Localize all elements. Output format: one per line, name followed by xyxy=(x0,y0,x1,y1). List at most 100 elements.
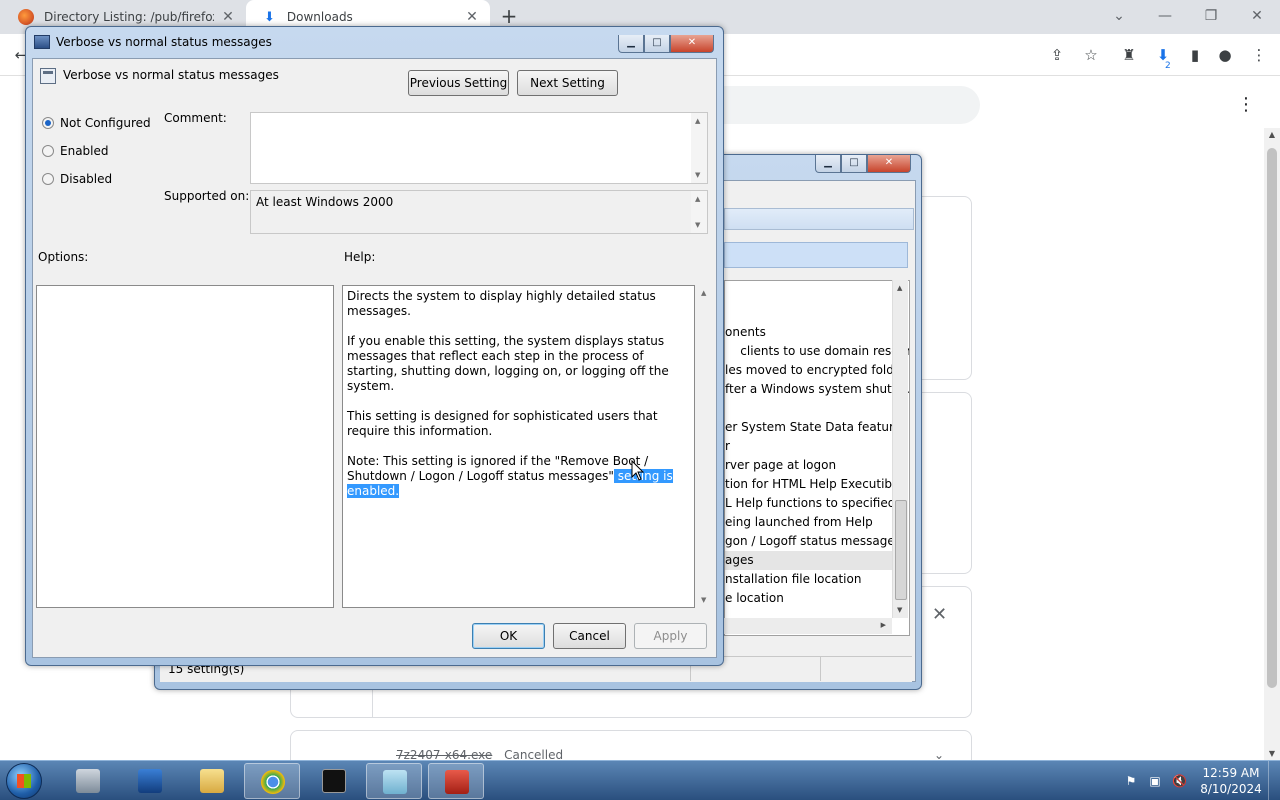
scroll-down-icon[interactable]: ▼ xyxy=(897,606,902,614)
scroll-thumb[interactable] xyxy=(895,500,907,600)
restore-icon[interactable]: ❐ xyxy=(1196,4,1226,28)
list-item-selected[interactable]: ages xyxy=(725,551,893,570)
downloads-icon[interactable]: ⬇ 2 xyxy=(1152,44,1174,71)
clock-date: 8/10/2024 xyxy=(1200,782,1262,796)
close-icon[interactable]: ✕ xyxy=(464,9,480,25)
scroll-down-icon[interactable]: ▼ xyxy=(701,596,706,604)
help-text-panel[interactable]: Directs the system to display highly det… xyxy=(342,285,695,608)
start-button[interactable] xyxy=(6,763,42,799)
show-desktop-button[interactable] xyxy=(1268,761,1280,800)
list-item[interactable]: L Help functions to specified... xyxy=(725,494,907,513)
firefox-icon xyxy=(18,9,34,25)
minimize-icon[interactable]: ▁ xyxy=(815,155,841,173)
maximize-icon[interactable]: □ xyxy=(841,155,867,173)
options-label: Options: xyxy=(38,250,89,264)
gp-list-hscrollbar[interactable]: ▶ xyxy=(724,618,892,634)
taskbar-explorer[interactable] xyxy=(184,763,240,799)
policy-window-icon xyxy=(34,35,50,49)
scroll-up-icon[interactable]: ▲ xyxy=(695,195,700,203)
list-item[interactable]: eing launched from Help xyxy=(725,513,873,532)
share-icon[interactable]: ⇪ xyxy=(1046,44,1068,66)
list-item[interactable]: fter a Windows system shutd... xyxy=(725,380,909,399)
next-setting-button[interactable]: Next Setting xyxy=(517,70,618,96)
list-item[interactable]: nstallation file location xyxy=(725,570,861,589)
list-item[interactable]: e location xyxy=(725,589,784,608)
list-item[interactable]: onents xyxy=(725,323,766,342)
ok-button[interactable]: OK xyxy=(472,623,545,649)
taskbar: ⚑ ▣ 🔇 12:59 AM 8/10/2024 xyxy=(0,760,1280,800)
extension-icon[interactable]: ♜ xyxy=(1118,44,1140,66)
toolbox-icon xyxy=(445,770,469,794)
policy-setting-icon xyxy=(40,68,56,84)
previous-setting-button[interactable]: Previous Setting xyxy=(408,70,509,96)
folder-icon xyxy=(200,769,224,793)
radio-checked-icon xyxy=(42,117,54,129)
network-icon[interactable]: ▣ xyxy=(1148,774,1162,788)
help-paragraph: If you enable this setting, the system d… xyxy=(347,334,669,393)
apply-button[interactable]: Apply xyxy=(634,623,707,649)
radio-label: Not Configured xyxy=(60,116,151,130)
radio-enabled[interactable]: Enabled xyxy=(42,144,109,158)
taskbar-toolbox[interactable] xyxy=(428,763,484,799)
scroll-thumb[interactable] xyxy=(1267,148,1277,688)
minimize-icon[interactable]: ▁ xyxy=(618,35,644,53)
close-icon[interactable]: ✕ xyxy=(670,35,714,53)
radio-not-configured[interactable]: Not Configured xyxy=(42,116,151,130)
tab-title: Directory Listing: /pub/firefox/re xyxy=(44,10,214,24)
scroll-up-icon[interactable]: ▲ xyxy=(1267,130,1277,139)
scroll-right-icon[interactable]: ▶ xyxy=(881,621,886,629)
profile-avatar-icon[interactable]: ● xyxy=(1214,44,1236,66)
taskbar-cmd[interactable] xyxy=(306,763,362,799)
help-paragraph: This setting is designed for sophisticat… xyxy=(347,409,658,438)
maximize-icon[interactable]: □ xyxy=(644,35,670,53)
page-scrollbar[interactable]: ▲ ▼ xyxy=(1264,128,1280,760)
taskbar-chrome[interactable] xyxy=(244,763,300,799)
close-icon[interactable]: ✕ xyxy=(220,9,236,25)
radio-label: Enabled xyxy=(60,144,109,158)
scroll-up-icon[interactable]: ▲ xyxy=(897,284,902,292)
setting-name: Verbose vs normal status messages xyxy=(63,68,279,82)
taskbar-server-manager[interactable] xyxy=(60,763,116,799)
list-item[interactable]: rver page at logon xyxy=(725,456,836,475)
list-item[interactable]: clients to use domain resour... xyxy=(725,342,909,361)
dialog-caption-buttons: ▁ □ ✕ xyxy=(618,35,714,53)
remove-download-icon[interactable]: ✕ xyxy=(932,604,947,625)
list-item[interactable]: r xyxy=(725,437,730,456)
new-tab-button[interactable]: + xyxy=(498,6,520,28)
list-item[interactable]: gon / Logoff status messages xyxy=(725,532,901,551)
radio-disabled[interactable]: Disabled xyxy=(42,172,112,186)
list-item[interactable]: er System State Data feature xyxy=(725,418,901,437)
gp-list-scrollbar[interactable]: ▲ ▼ xyxy=(892,280,908,618)
taskbar-notepad[interactable] xyxy=(366,763,422,799)
radio-label: Disabled xyxy=(60,172,113,186)
action-center-flag-icon[interactable]: ⚑ xyxy=(1124,774,1138,788)
close-icon[interactable]: ✕ xyxy=(867,155,911,173)
scroll-up-icon[interactable]: ▲ xyxy=(695,117,700,125)
system-clock[interactable]: 12:59 AM 8/10/2024 xyxy=(1196,765,1266,797)
menu-icon[interactable]: ⋮ xyxy=(1248,44,1270,66)
scroll-up-icon[interactable]: ▲ xyxy=(701,289,706,297)
scroll-down-icon[interactable]: ▼ xyxy=(1267,749,1277,758)
server-manager-icon xyxy=(76,769,100,793)
list-item[interactable]: tion for HTML Help Executible xyxy=(725,475,903,494)
help-scrollbar[interactable]: ▲ ▼ xyxy=(697,285,713,608)
more-options-icon[interactable]: ⋮ xyxy=(1236,94,1256,116)
gp-settings-list: onents clients to use domain resour... l… xyxy=(724,280,910,636)
downloads-search-bar[interactable] xyxy=(700,86,980,124)
tab-search-icon[interactable]: ⌄ xyxy=(1104,4,1134,28)
taskbar-powershell[interactable] xyxy=(122,763,178,799)
comment-field[interactable]: ▲ ▼ xyxy=(250,112,708,184)
download-count-badge: 2 xyxy=(1165,61,1171,71)
list-item[interactable]: les moved to encrypted fold... xyxy=(725,361,905,380)
volume-muted-icon[interactable]: 🔇 xyxy=(1172,774,1187,788)
supported-on-field: At least Windows 2000 ▲ ▼ xyxy=(250,190,708,234)
comment-scrollbar[interactable]: ▲ ▼ xyxy=(691,113,707,183)
scroll-down-icon[interactable]: ▼ xyxy=(695,171,700,179)
supported-scrollbar[interactable]: ▲ ▼ xyxy=(691,191,707,233)
minimize-icon[interactable]: — xyxy=(1150,4,1180,28)
scroll-down-icon[interactable]: ▼ xyxy=(695,221,700,229)
close-window-icon[interactable]: ✕ xyxy=(1242,4,1272,28)
bookmark-star-icon[interactable]: ☆ xyxy=(1080,44,1102,66)
cancel-button[interactable]: Cancel xyxy=(553,623,626,649)
sidepanel-icon[interactable]: ▮ xyxy=(1184,44,1206,66)
